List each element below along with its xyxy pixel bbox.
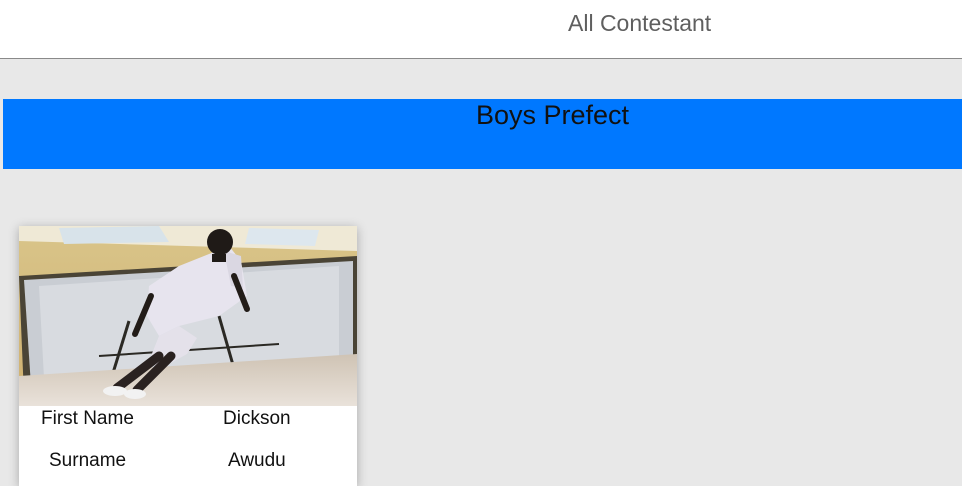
first-name-row: First Name Dickson [19,406,357,436]
contestant-photo [19,226,357,406]
surname-label: Surname [49,450,127,471]
first-name-label: First Name [41,408,134,429]
first-name-value: Dickson [223,408,291,429]
category-title: Boys Prefect [476,100,630,130]
contestant-card[interactable]: First Name Dickson Surname Awudu [19,226,357,486]
top-navbar: All Contestant [0,0,962,59]
nav-all-contestant-link[interactable]: All Contestant [568,10,711,37]
surname-row: Surname Awudu [19,448,357,478]
surname-value: Awudu [228,450,286,471]
